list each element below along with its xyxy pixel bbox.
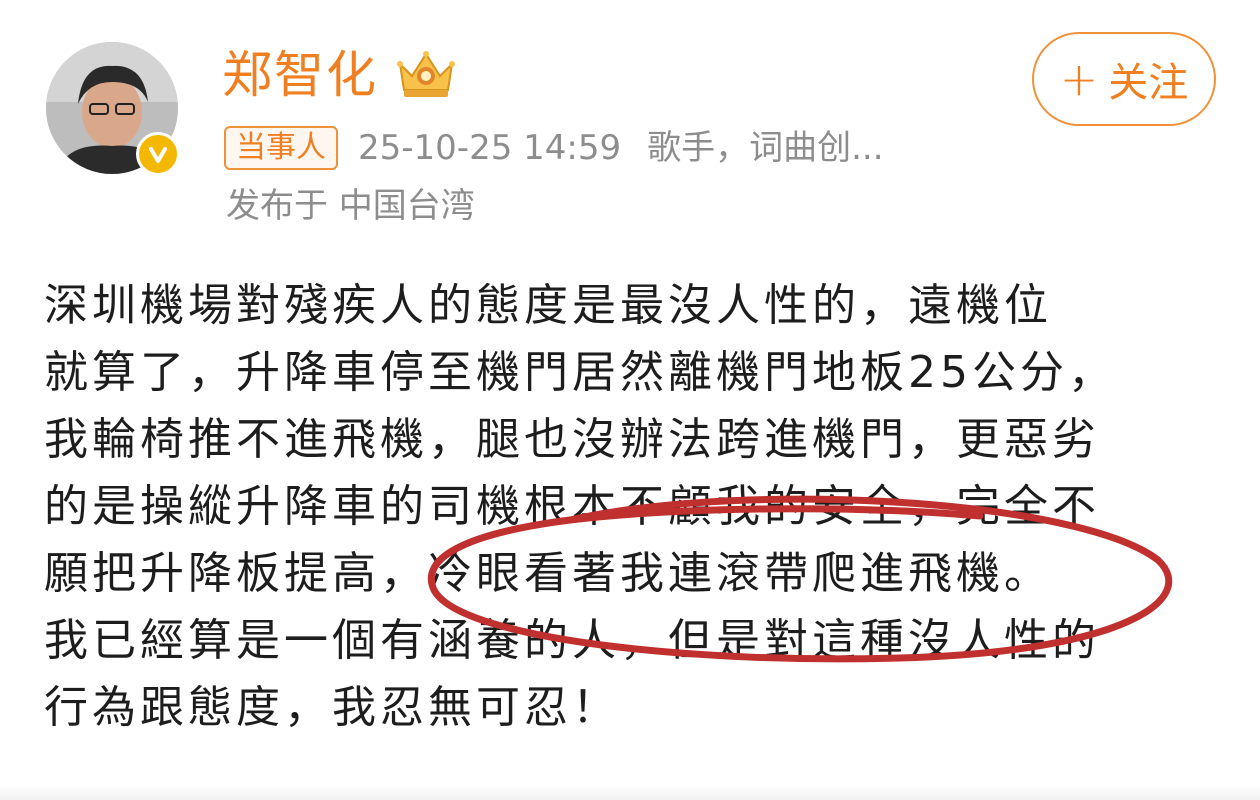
post-line: 行為跟態度，我忍無可忍！ <box>44 682 620 733</box>
follow-button[interactable]: + 关注 <box>1032 32 1216 126</box>
post-location: 发布于 中国台湾 <box>226 186 475 226</box>
crown-badge-icon[interactable] <box>394 46 458 102</box>
follow-label: 关注 <box>1108 60 1189 106</box>
bottom-edge <box>0 786 1260 800</box>
post-meta: 当事人 25-10-25 14:59 歌手，词曲创... <box>224 124 884 172</box>
post-timestamp: 25-10-25 14:59 <box>358 128 622 168</box>
author-bio[interactable]: 歌手，词曲创... <box>647 124 883 172</box>
post-line: 就算了，升降車停至機門居然離機門地板25公分， <box>44 347 1116 398</box>
post-line: 我輪椅推不進飛機，腿也沒辦法跨進機門，更惡劣 <box>44 414 1100 465</box>
party-tag: 当事人 <box>224 126 338 170</box>
plus-icon: + <box>1059 52 1099 106</box>
post-line: 我已經算是一個有涵養的人，但是對這種沒人性的 <box>44 615 1100 666</box>
verified-check-icon <box>136 132 180 176</box>
post-line: 願把升降板提高，冷眼看著我連滾帶爬進飛機。 <box>44 548 1052 599</box>
post-body: 深圳機場對殘疾人的態度是最沒人性的，遠機位 就算了，升降車停至機門居然離機門地板… <box>44 272 1224 741</box>
author-name[interactable]: 郑智化 <box>222 40 378 110</box>
post-line: 深圳機場對殘疾人的態度是最沒人性的，遠機位 <box>44 280 1052 331</box>
post-line: 的是操縱升降車的司機根本不顧我的安全，完全不 <box>44 481 1100 532</box>
